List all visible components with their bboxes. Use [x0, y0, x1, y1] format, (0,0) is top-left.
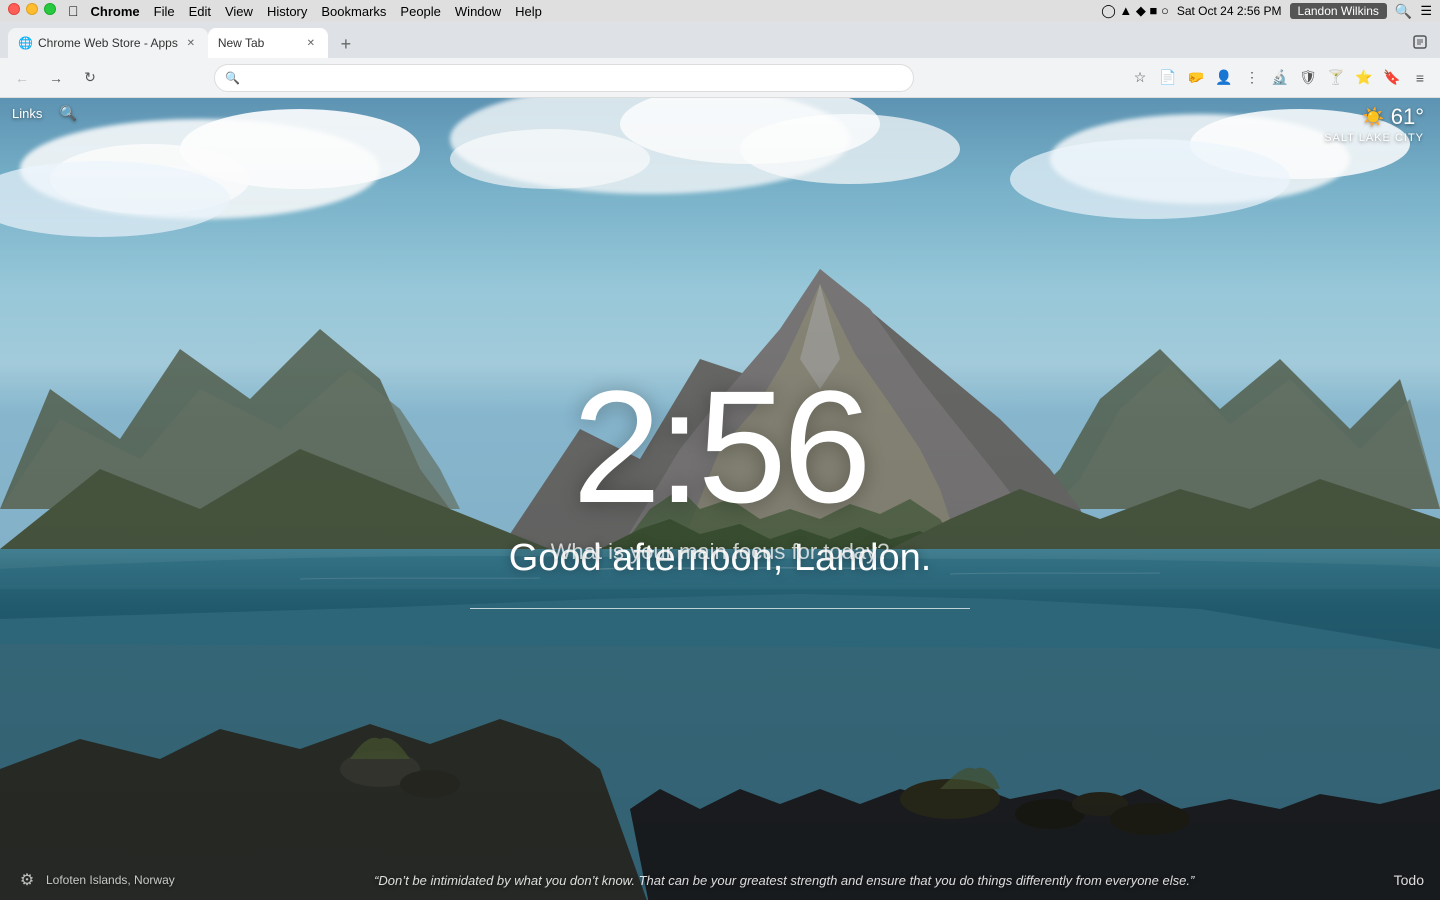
- reload-button[interactable]: ↻: [76, 64, 104, 92]
- reading-list-icon[interactable]: 📄: [1156, 66, 1180, 90]
- bookmark-star-icon[interactable]: ☆: [1128, 66, 1152, 90]
- puzzle-icon[interactable]: 🍸: [1324, 66, 1348, 90]
- tab-close-web-store[interactable]: ✕: [184, 36, 198, 50]
- weather-temperature: ☀️ 61°: [1324, 104, 1424, 130]
- window-controls: [8, 3, 56, 15]
- close-button[interactable]: [8, 3, 20, 15]
- weather-city: SALT LAKE CITY: [1324, 132, 1424, 144]
- menu-file[interactable]: File: [154, 4, 175, 19]
- chrome-menu-icon[interactable]: ⋮: [1240, 66, 1264, 90]
- tab-favicon-web-store: 🌐: [18, 36, 32, 50]
- menu-bar:  Chrome File Edit View History Bookmark…: [0, 0, 1440, 22]
- address-input[interactable]: [246, 70, 903, 85]
- weather-widget: ☀️ 61° SALT LAKE CITY: [1324, 104, 1424, 144]
- tab-close-new-tab[interactable]: ✕: [304, 36, 318, 50]
- todo-button[interactable]: Todo: [1394, 872, 1424, 888]
- maximize-button[interactable]: [44, 3, 56, 15]
- user-badge[interactable]: Landon Wilkins: [1290, 3, 1387, 19]
- bookmarks-search-icon[interactable]: 🔍: [58, 103, 78, 123]
- photo-credit: Lofoten Islands, Norway: [46, 873, 175, 887]
- eyedropper-icon[interactable]: 🔬: [1268, 66, 1292, 90]
- tab-web-store[interactable]: 🌐 Chrome Web Store - Apps ✕: [8, 28, 208, 58]
- focus-placeholder-text: What is your main focus for today?: [470, 539, 970, 565]
- more-icon[interactable]: ≡: [1408, 66, 1432, 90]
- menu-app-name[interactable]: Chrome: [91, 4, 140, 19]
- weather-sun-icon: ☀️: [1362, 107, 1384, 128]
- bookmarks-bar: Links 🔍: [0, 98, 1440, 128]
- menu-help[interactable]: Help: [515, 4, 542, 19]
- toolbar-icons: ☆ 📄 🤛 👤 ⋮ 🔬 🛡 🍸 ⭐ 🔖 ≡: [1128, 66, 1432, 90]
- tab-title-web-store: Chrome Web Store - Apps: [38, 36, 178, 50]
- focus-input[interactable]: [470, 575, 970, 609]
- star-icon[interactable]: ⭐: [1352, 66, 1376, 90]
- system-time: Sat Oct 24 2:56 PM: [1177, 4, 1282, 18]
- forward-button[interactable]: →: [42, 64, 70, 92]
- menubar-right: ◯ ▲ ◆ ■ ○ Sat Oct 24 2:56 PM Landon Wilk…: [1101, 3, 1432, 20]
- menu-history[interactable]: History: [267, 4, 307, 19]
- address-bar-input-wrap[interactable]: 🔍: [214, 64, 914, 92]
- temperature-value: 61°: [1391, 104, 1424, 130]
- control-center-icon[interactable]: ☰: [1420, 3, 1432, 19]
- tab-bar: 🌐 Chrome Web Store - Apps ✕ New Tab ✕ +: [0, 22, 1440, 58]
- tab-switcher-icon[interactable]: [1408, 30, 1432, 54]
- quote-text: “Don’t be intimidated by what you don’t …: [175, 873, 1394, 888]
- menu-view[interactable]: View: [225, 4, 253, 19]
- menu-people[interactable]: People: [400, 4, 440, 19]
- back-button[interactable]: ←: [8, 64, 36, 92]
- menu-window[interactable]: Window: [455, 4, 501, 19]
- address-bar: ← → ↻ 🔍 ☆ 📄 🤛 👤 ⋮ 🔬 🛡 🍸 ⭐ 🔖 ≡: [0, 58, 1440, 98]
- minimize-button[interactable]: [26, 3, 38, 15]
- bottom-bar: ⚙ Lofoten Islands, Norway “Don’t be inti…: [0, 860, 1440, 900]
- extensions-icon[interactable]: 🤛: [1184, 66, 1208, 90]
- bookmark-icon[interactable]: 🔖: [1380, 66, 1404, 90]
- menu-bookmarks[interactable]: Bookmarks: [321, 4, 386, 19]
- clock-time: 2:56: [509, 367, 932, 527]
- menubar-icons: ◯ ▲ ◆ ■ ○: [1101, 3, 1169, 19]
- tab-title-new-tab: New Tab: [218, 36, 298, 50]
- links-bookmark[interactable]: Links: [12, 106, 42, 121]
- chrome-window: 🌐 Chrome Web Store - Apps ✕ New Tab ✕ + …: [0, 22, 1440, 900]
- tab-new-tab[interactable]: New Tab ✕: [208, 28, 328, 58]
- new-tab-button[interactable]: +: [332, 30, 360, 58]
- profile-icon[interactable]: 👤: [1212, 66, 1236, 90]
- menu-edit[interactable]: Edit: [189, 4, 211, 19]
- apple-logo-icon[interactable]: : [68, 3, 79, 19]
- menu-items: Chrome File Edit View History Bookmarks …: [91, 4, 1102, 19]
- newtab-page: Links 🔍 ☀️ 61° SALT LAKE CITY 2:56 Good …: [0, 98, 1440, 900]
- settings-icon[interactable]: ⚙: [16, 869, 38, 891]
- shield-icon[interactable]: 🛡: [1296, 66, 1320, 90]
- search-menu-icon[interactable]: 🔍: [1395, 3, 1412, 20]
- focus-section: What is your main focus for today?: [470, 539, 970, 609]
- search-icon: 🔍: [225, 71, 240, 85]
